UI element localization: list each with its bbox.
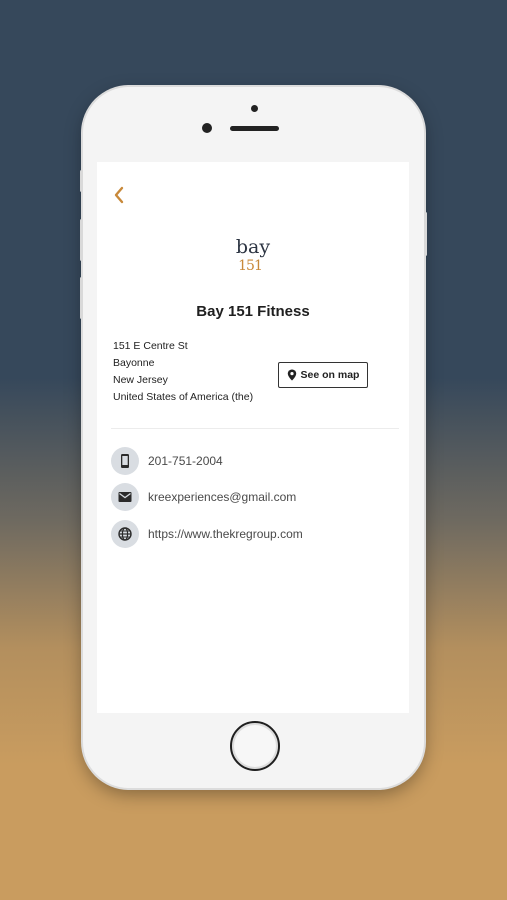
logo-bottom-text: 151 [238, 258, 262, 274]
volume-down-button [80, 277, 83, 319]
map-pin-icon [287, 369, 296, 381]
silent-switch [80, 170, 83, 192]
venue-logo: bay 151 [231, 234, 275, 278]
venue-address: 151 E Centre St Bayonne New Jersey Unite… [113, 338, 263, 403]
chevron-left-icon [114, 186, 124, 204]
website-url[interactable]: https://www.thekregroup.com [148, 527, 303, 541]
address-city: Bayonne [113, 357, 155, 369]
phone-number[interactable]: 201-751-2004 [148, 454, 223, 468]
phone-contact-row[interactable]: 201-751-2004 [111, 447, 223, 475]
power-button [424, 212, 427, 256]
address-country: United States of America (the) [113, 391, 254, 403]
website-contact-row[interactable]: https://www.thekregroup.com [111, 520, 303, 548]
mail-icon [111, 483, 139, 511]
logo-top-text: bay [236, 236, 270, 258]
front-camera [202, 123, 212, 133]
see-on-map-label: See on map [300, 369, 360, 381]
venue-name: Bay 151 Fitness [196, 303, 310, 320]
email-contact-row[interactable]: kreexperiences@gmail.com [111, 483, 296, 511]
address-street: 151 E Centre St [113, 340, 188, 352]
volume-up-button [80, 219, 83, 261]
address-state: New Jersey [113, 374, 168, 386]
phone-icon [111, 447, 139, 475]
app-screen: bay 151 Bay 151 Fitness 151 E Centre St … [97, 162, 409, 713]
back-button[interactable] [109, 184, 131, 206]
email-address[interactable]: kreexperiences@gmail.com [148, 490, 296, 504]
phone-mockup: bay 151 Bay 151 Fitness 151 E Centre St … [80, 87, 427, 788]
sensor-dot [251, 105, 258, 112]
earpiece-speaker [230, 126, 279, 131]
see-on-map-button[interactable]: See on map [278, 362, 368, 388]
home-button[interactable] [230, 721, 280, 771]
section-divider [111, 428, 399, 429]
globe-icon [111, 520, 139, 548]
